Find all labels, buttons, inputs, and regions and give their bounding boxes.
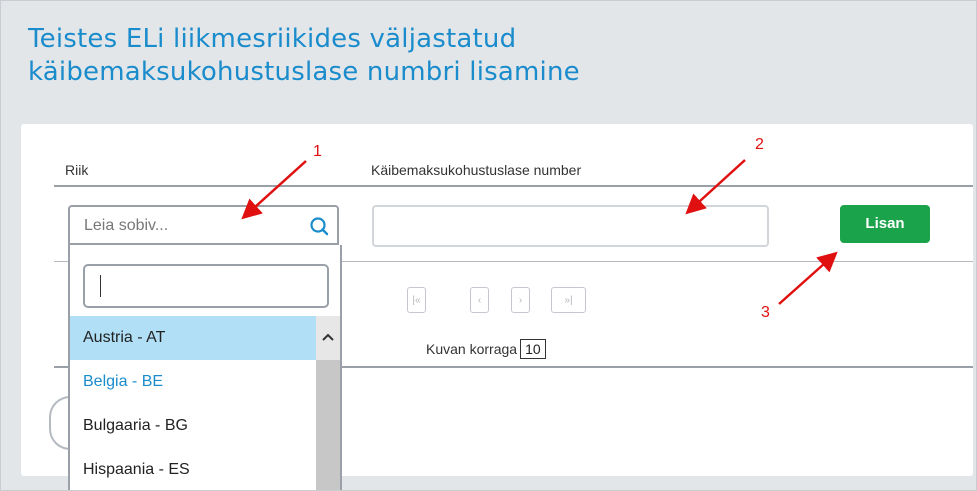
annotation-label-1: 1: [313, 143, 322, 160]
annotation-arrow-1: [241, 160, 307, 220]
annotation-label-2: 2: [755, 136, 764, 153]
annotation-arrow-2: [685, 159, 746, 215]
annotation-arrow-3: [778, 251, 838, 305]
annotation-arrows: [241, 159, 838, 305]
annotation-label-3: 3: [761, 304, 770, 321]
page: Teistes ELi liikmesriikides väljastatud …: [0, 0, 977, 491]
